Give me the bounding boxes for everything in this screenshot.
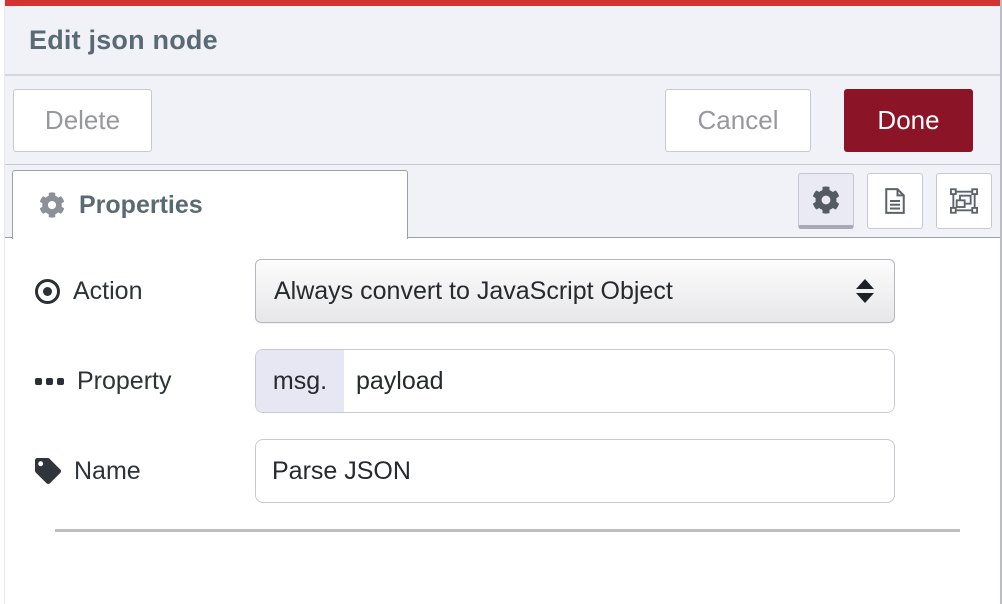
document-icon bbox=[880, 186, 910, 216]
action-row: Action Always convert to JavaScript Obje… bbox=[35, 259, 1000, 323]
tab-properties[interactable]: Properties bbox=[12, 170, 408, 239]
cancel-button[interactable]: Cancel bbox=[665, 89, 811, 152]
action-label-text: Action bbox=[73, 277, 142, 306]
property-label-text: Property bbox=[77, 367, 171, 396]
dialog-header: Edit json node bbox=[5, 6, 1000, 76]
dialog-title: Edit json node bbox=[29, 25, 218, 56]
msg-prefix-button[interactable]: msg. bbox=[256, 350, 344, 412]
gear-icon bbox=[812, 186, 840, 214]
tab-properties-label: Properties bbox=[79, 191, 203, 220]
property-label: Property bbox=[35, 367, 255, 396]
action-select[interactable]: Always convert to JavaScript Object bbox=[255, 259, 895, 323]
appearance-icon bbox=[948, 185, 980, 217]
tab-bar: Properties bbox=[5, 165, 1000, 238]
property-row: Property msg. bbox=[35, 349, 1000, 413]
gear-icon bbox=[39, 192, 65, 218]
dot-circle-icon bbox=[35, 279, 60, 304]
name-label: Name bbox=[35, 457, 255, 486]
description-tool-button[interactable] bbox=[867, 173, 923, 229]
button-bar: Delete Cancel Done bbox=[5, 76, 1000, 165]
tag-icon bbox=[35, 458, 61, 484]
properties-form: Action Always convert to JavaScript Obje… bbox=[5, 238, 1000, 532]
properties-tool-button[interactable] bbox=[798, 173, 854, 229]
property-input[interactable] bbox=[344, 350, 894, 412]
ellipsis-icon bbox=[35, 378, 64, 385]
delete-button[interactable]: Delete bbox=[13, 89, 152, 152]
property-input-group: msg. bbox=[255, 349, 895, 413]
appearance-tool-button[interactable] bbox=[936, 173, 992, 229]
name-label-text: Name bbox=[74, 457, 141, 486]
select-arrows-icon bbox=[856, 279, 874, 303]
name-row: Name bbox=[35, 439, 1000, 503]
name-input[interactable] bbox=[255, 439, 895, 503]
section-divider bbox=[55, 529, 960, 532]
action-select-value: Always convert to JavaScript Object bbox=[274, 277, 856, 306]
action-label: Action bbox=[35, 277, 255, 306]
done-button[interactable]: Done bbox=[844, 89, 973, 152]
edit-node-dialog: Edit json node Delete Cancel Done Proper… bbox=[4, 0, 1002, 604]
tab-toolbar bbox=[798, 173, 992, 229]
